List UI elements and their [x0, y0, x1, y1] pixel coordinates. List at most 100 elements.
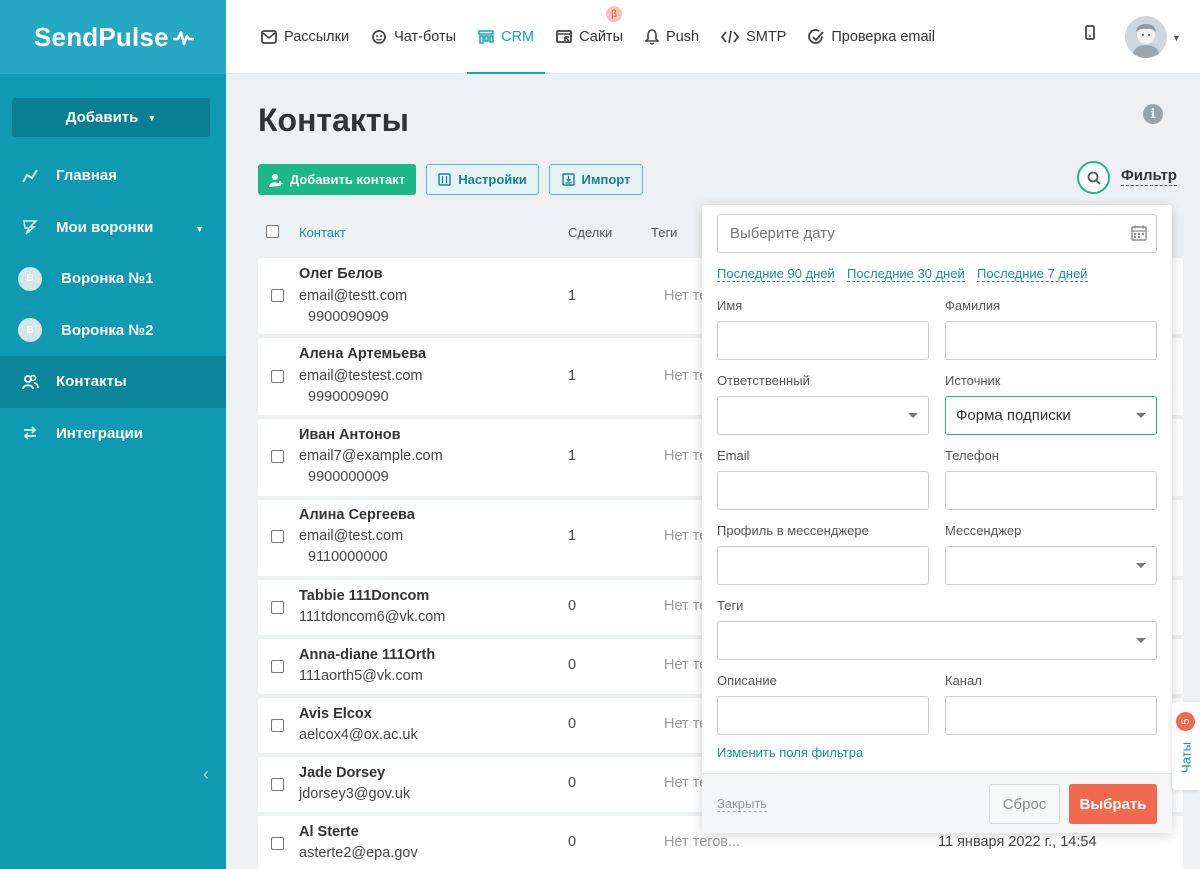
reset-button[interactable]: Сброс — [989, 784, 1060, 824]
header-deals: Сделки — [568, 225, 613, 240]
funnel-badge: В — [18, 318, 42, 343]
sidebar-item-label: Мои воронки — [56, 218, 154, 236]
info-icon[interactable]: i — [1143, 104, 1163, 124]
tab-smtp[interactable]: SMTP — [710, 0, 797, 74]
header-contact[interactable]: Контакт — [299, 225, 346, 240]
messenger-label: Мессенджер — [945, 523, 1022, 538]
row-checkbox[interactable] — [271, 530, 284, 543]
row-checkbox[interactable] — [271, 778, 284, 791]
contact-tags: Нет тегов... — [664, 834, 741, 850]
sidebar-item-label: Главная — [56, 167, 118, 185]
add-button[interactable]: Добавить ▼ — [12, 98, 210, 137]
contact-email: jdorsey3@gov.uk — [299, 786, 411, 802]
contact-name[interactable]: Jade Dorsey — [299, 765, 385, 781]
sidebar-item-funnel-1[interactable]: В Воронка №1 — [0, 253, 226, 305]
contact-date: 11 января 2022 г., 14:54 — [938, 834, 1097, 850]
sidebar-item-label: Интеграции — [56, 424, 143, 442]
sidebar-item-integrations[interactable]: Интеграции — [0, 408, 226, 460]
messenger-select[interactable] — [945, 546, 1157, 585]
crm-icon — [478, 29, 494, 45]
import-icon — [561, 173, 575, 186]
row-checkbox[interactable] — [271, 660, 284, 673]
collapse-sidebar-icon[interactable]: ‹ — [203, 764, 209, 785]
channel-field[interactable] — [945, 696, 1157, 735]
apply-button[interactable]: Выбрать — [1069, 784, 1157, 824]
last-name-label: Фамилия — [945, 298, 1001, 313]
sidebar-item-funnel-2[interactable]: В Воронка №2 — [0, 305, 226, 357]
row-checkbox[interactable] — [271, 837, 284, 850]
contact-deals: 0 — [568, 775, 577, 791]
source-select[interactable]: Форма подписки — [945, 396, 1157, 435]
search-button[interactable] — [1077, 161, 1110, 194]
row-checkbox[interactable] — [271, 370, 284, 383]
settings-button[interactable]: Настройки — [426, 164, 539, 195]
contact-name[interactable]: Al Sterte — [299, 824, 359, 840]
edit-filter-fields-link[interactable]: Изменить поля фильтра — [717, 745, 863, 760]
tab-email-verification[interactable]: Проверка email — [797, 0, 946, 74]
email-label: Email — [717, 448, 750, 463]
logo-area: SendPulse — [0, 0, 226, 74]
tab-crm[interactable]: CRM — [467, 0, 546, 74]
contact-name[interactable]: Алина Сергеева — [299, 507, 415, 523]
chart-line-icon — [20, 166, 40, 186]
email-field[interactable] — [717, 471, 929, 510]
filter-toggle[interactable]: Фильтр — [1121, 167, 1177, 186]
calendar-icon[interactable] — [1131, 225, 1147, 245]
contact-name[interactable]: Avis Elcox — [299, 706, 372, 722]
funnel-badge: В — [18, 266, 42, 291]
last-30-days-link[interactable]: Последние 30 дней — [847, 266, 965, 282]
last-90-days-link[interactable]: Последние 90 дней — [717, 266, 835, 282]
tab-mailings[interactable]: Рассылки — [250, 0, 360, 74]
chats-tab[interactable]: 5 Чаты — [1172, 702, 1200, 790]
tab-sites[interactable]: Сайты β — [545, 0, 634, 74]
contact-name[interactable]: Алена Артемьева — [299, 346, 426, 362]
sidebar-item-home[interactable]: Главная — [0, 150, 226, 202]
tab-label: Проверка email — [831, 29, 935, 45]
chevron-down-icon[interactable]: ▼ — [195, 224, 204, 234]
date-placeholder: Выберите дату — [730, 225, 835, 242]
row-checkbox[interactable] — [271, 719, 284, 732]
messenger-profile-field[interactable] — [717, 546, 929, 585]
contact-name[interactable]: Anna-diane 111Orth — [299, 647, 435, 663]
contact-name[interactable]: Олег Белов — [299, 266, 383, 282]
sidebar: SendPulse Добавить ▼ Главная Мои воронки… — [0, 0, 226, 869]
contacts-icon — [20, 372, 40, 392]
phone-field[interactable] — [945, 471, 1157, 510]
first-name-field[interactable] — [717, 321, 929, 360]
mobile-icon[interactable] — [1084, 24, 1096, 45]
sidebar-item-label: Воронка №2 — [61, 321, 154, 339]
date-picker-input[interactable]: Выберите дату — [717, 214, 1157, 253]
sidebar-item-funnels[interactable]: Мои воронки ▼ — [0, 202, 226, 254]
row-checkbox[interactable] — [271, 450, 284, 463]
chevron-down-icon — [1136, 413, 1146, 418]
close-filter-link[interactable]: Закрыть — [717, 796, 768, 812]
chevron-down-icon: ▼ — [147, 112, 157, 123]
row-checkbox[interactable] — [271, 289, 284, 302]
phone-label: Телефон — [945, 448, 999, 463]
last-name-field[interactable] — [945, 321, 1157, 360]
contact-name[interactable]: Tabbie 111Doncom — [299, 588, 429, 604]
sidebar-item-contacts[interactable]: Контакты — [0, 356, 226, 408]
beta-badge: β — [606, 6, 622, 22]
tab-push[interactable]: Push — [634, 0, 710, 74]
row-checkbox[interactable] — [271, 601, 284, 614]
responsible-select[interactable] — [717, 396, 929, 435]
filter-panel: Выберите дату Последние 90 дней Последни… — [702, 205, 1172, 833]
logo[interactable]: SendPulse — [34, 22, 195, 53]
contact-name[interactable]: Иван Антонов — [299, 427, 401, 443]
mail-icon — [261, 30, 277, 44]
description-field[interactable] — [717, 696, 929, 735]
tab-chatbots[interactable]: Чат-боты — [360, 0, 467, 74]
add-contact-button[interactable]: Добавить контакт — [258, 164, 416, 195]
tags-select[interactable] — [717, 621, 1157, 660]
contact-deals: 1 — [568, 288, 577, 304]
logo-text: SendPulse — [34, 21, 169, 52]
contact-phone: 9110000000 — [308, 549, 388, 565]
last-7-days-link[interactable]: Последние 7 дней — [977, 266, 1088, 282]
avatar[interactable] — [1125, 16, 1167, 58]
page-title: Контакты — [258, 102, 409, 138]
import-button[interactable]: Импорт — [549, 164, 643, 195]
select-all-checkbox[interactable] — [266, 225, 279, 238]
tab-label: Рассылки — [284, 29, 350, 45]
chevron-down-icon[interactable]: ▼ — [1172, 33, 1181, 43]
